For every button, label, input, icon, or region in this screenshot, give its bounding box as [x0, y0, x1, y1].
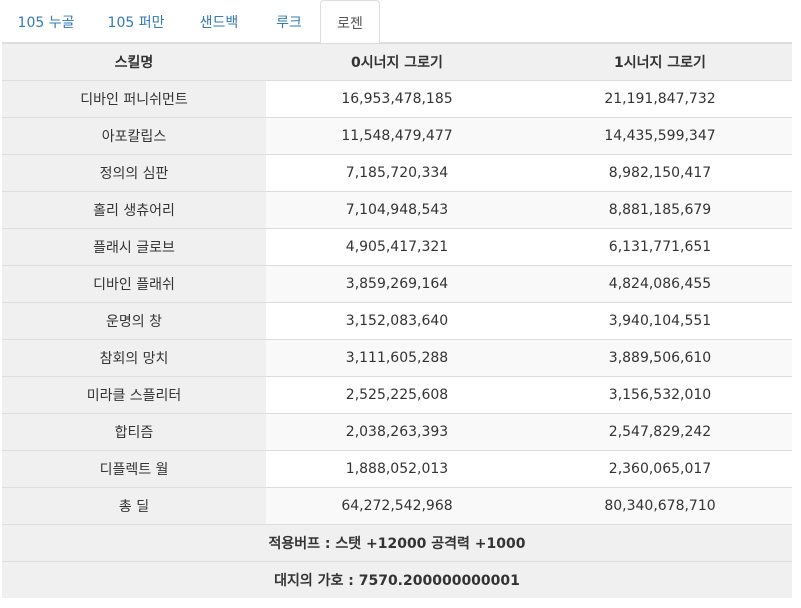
synergy-0-groggy-cell: 3,152,083,640	[266, 302, 528, 340]
header-synergy-1: 1시너지 그로기	[528, 43, 792, 81]
table-row: 합티즘 2,038,263,393 2,547,829,242	[2, 413, 792, 451]
synergy-1-groggy-cell: 3,940,104,551	[528, 302, 792, 340]
synergy-0-groggy-cell: 11,548,479,477	[266, 117, 528, 155]
table-body: 디바인 퍼니쉬먼트 16,953,478,185 21,191,847,732 아포칼…	[2, 80, 792, 525]
synergy-0-groggy-cell: 64,272,542,968	[266, 487, 528, 525]
synergy-1-groggy-cell: 4,824,086,455	[528, 265, 792, 303]
synergy-1-groggy-cell: 3,156,532,010	[528, 376, 792, 414]
synergy-1-groggy-cell: 6,131,771,651	[528, 228, 792, 266]
synergy-1-groggy-cell: 14,435,599,347	[528, 117, 792, 155]
tab-sandbag[interactable]: 샌드백	[182, 0, 256, 43]
tab-rosen[interactable]: 로젠	[320, 0, 380, 44]
table-row: 미라클 스플리터 2,525,225,608 3,156,532,010	[2, 376, 792, 414]
footer-row-buffs: 적용버프 : 스탯 +12000 공격력 +1000	[2, 524, 792, 562]
table-row: 디바인 플래쉬 3,859,269,164 4,824,086,455	[2, 265, 792, 303]
synergy-0-groggy-cell: 7,104,948,543	[266, 191, 528, 229]
skill-name-cell: 디바인 플래쉬	[2, 265, 266, 303]
synergy-0-groggy-cell: 1,888,052,013	[266, 450, 528, 488]
tab-rook[interactable]: 루크	[258, 0, 320, 43]
skill-name-cell: 정의의 심판	[2, 154, 266, 192]
synergy-1-groggy-cell: 2,547,829,242	[528, 413, 792, 451]
footer-row-earth-blessing: 대지의 가호 : 7570.200000000001	[2, 561, 792, 598]
table-row: 정의의 심판 7,185,720,334 8,982,150,417	[2, 154, 792, 192]
synergy-1-groggy-cell: 8,982,150,417	[528, 154, 792, 192]
synergy-0-groggy-cell: 16,953,478,185	[266, 80, 528, 118]
skill-name-cell: 디바인 퍼니쉬먼트	[2, 80, 266, 118]
table-row: 디플렉트 월 1,888,052,013 2,360,065,017	[2, 450, 792, 488]
synergy-0-groggy-cell: 7,185,720,334	[266, 154, 528, 192]
skill-name-cell: 디플렉트 월	[2, 450, 266, 488]
synergy-0-groggy-cell: 4,905,417,321	[266, 228, 528, 266]
table-header-row: 스킬명 0시너지 그로기 1시너지 그로기	[2, 43, 792, 81]
header-skill-name: 스킬명	[2, 43, 266, 81]
table-row: 아포칼립스 11,548,479,477 14,435,599,347	[2, 117, 792, 155]
table-row: 총 딜 64,272,542,968 80,340,678,710	[2, 487, 792, 525]
synergy-0-groggy-cell: 2,525,225,608	[266, 376, 528, 414]
skill-name-cell: 홀리 생츄어리	[2, 191, 266, 229]
table-row: 홀리 생츄어리 7,104,948,543 8,881,185,679	[2, 191, 792, 229]
skill-damage-table: 스킬명 0시너지 그로기 1시너지 그로기 디바인 퍼니쉬먼트 16,953,47…	[2, 43, 792, 598]
synergy-1-groggy-cell: 21,191,847,732	[528, 80, 792, 118]
skill-name-cell: 미라클 스플리터	[2, 376, 266, 414]
synergy-0-groggy-cell: 3,859,269,164	[266, 265, 528, 303]
skill-name-cell: 참회의 망치	[2, 339, 266, 377]
synergy-1-groggy-cell: 8,881,185,679	[528, 191, 792, 229]
earth-blessing-text: 대지의 가호 : 7570.200000000001	[2, 561, 792, 598]
tab-105-nugol[interactable]: 105 누골	[2, 0, 90, 43]
table-row: 참회의 망치 3,111,605,288 3,889,506,610	[2, 339, 792, 377]
tab-bar: 105 누골 105 퍼만 샌드백 루크 로젠	[2, 0, 792, 44]
applied-buffs-text: 적용버프 : 스탯 +12000 공격력 +1000	[2, 524, 792, 562]
synergy-0-groggy-cell: 2,038,263,393	[266, 413, 528, 451]
header-synergy-0: 0시너지 그로기	[266, 43, 528, 81]
synergy-1-groggy-cell: 80,340,678,710	[528, 487, 792, 525]
page: 105 누골 105 퍼만 샌드백 루크 로젠 스킬명 0시너지 그로기 1시너…	[0, 0, 801, 608]
synergy-0-groggy-cell: 3,111,605,288	[266, 339, 528, 377]
table-row: 운명의 창 3,152,083,640 3,940,104,551	[2, 302, 792, 340]
table-row: 플래시 글로브 4,905,417,321 6,131,771,651	[2, 228, 792, 266]
synergy-1-groggy-cell: 2,360,065,017	[528, 450, 792, 488]
skill-name-cell: 총 딜	[2, 487, 266, 525]
skill-name-cell: 운명의 창	[2, 302, 266, 340]
table-row: 디바인 퍼니쉬먼트 16,953,478,185 21,191,847,732	[2, 80, 792, 118]
skill-name-cell: 합티즘	[2, 413, 266, 451]
skill-name-cell: 플래시 글로브	[2, 228, 266, 266]
tab-105-perman[interactable]: 105 퍼만	[92, 0, 180, 43]
synergy-1-groggy-cell: 3,889,506,610	[528, 339, 792, 377]
skill-name-cell: 아포칼립스	[2, 117, 266, 155]
